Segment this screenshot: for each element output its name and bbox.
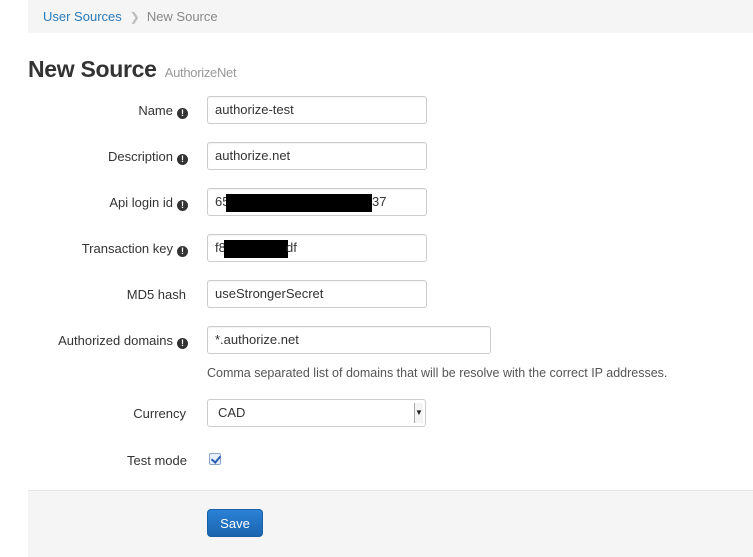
description-label-text: Description — [107, 149, 173, 164]
currency-selected-value: CAD — [218, 405, 246, 420]
test-mode-label: Test mode — [127, 453, 187, 468]
name-row: Name! authorize-test — [0, 96, 753, 126]
authorized-domains-row: Authorized domains! *.authorize.net — [0, 326, 753, 356]
redaction-bar — [226, 194, 372, 212]
md5-hash-row: MD5 hash useStrongerSecret — [0, 280, 753, 310]
form-actions: Save — [28, 490, 753, 557]
transaction-key-label-text: Transaction key — [81, 241, 173, 256]
currency-select[interactable]: CAD ▼ — [207, 399, 426, 427]
info-circle-icon[interactable]: ! — [177, 246, 188, 257]
api-login-id-label-text: Api login id — [109, 195, 173, 210]
info-circle-icon[interactable]: ! — [177, 338, 188, 349]
api-login-id-input[interactable]: 65 37 — [207, 188, 427, 216]
test-mode-row: Test mode — [0, 447, 753, 477]
md5-hash-input[interactable]: useStrongerSecret — [207, 280, 427, 308]
name-input[interactable]: authorize-test — [207, 96, 427, 124]
api-login-id-row: Api login id! 65 37 — [0, 188, 753, 218]
test-mode-checkbox[interactable] — [209, 453, 221, 465]
transaction-key-label: Transaction key! — [82, 241, 188, 257]
authorized-domains-label: Authorized domains! — [58, 333, 188, 349]
chevron-right-icon: ❯ — [129, 10, 140, 24]
transaction-key-row: Transaction key! f8 df — [0, 234, 753, 264]
caret-down-icon: ▼ — [414, 403, 423, 423]
name-label-text: Name — [138, 103, 173, 118]
description-label: Description! — [108, 149, 188, 165]
authorized-domains-input[interactable]: *.authorize.net — [207, 326, 491, 354]
info-circle-icon[interactable]: ! — [177, 154, 188, 165]
breadcrumb-current: New Source — [146, 9, 218, 24]
redaction-bar — [224, 240, 288, 258]
currency-label: Currency — [133, 406, 186, 421]
transaction-key-input[interactable]: f8 df — [207, 234, 427, 262]
page-subtitle: AuthorizeNet — [164, 65, 237, 80]
api-login-id-label: Api login id! — [109, 195, 188, 211]
breadcrumb-user-sources-link[interactable]: User Sources — [43, 9, 122, 24]
page-title-text: New Source — [28, 56, 157, 82]
breadcrumb: User Sources ❯ New Source — [28, 0, 753, 33]
api-login-id-suffix: 37 — [372, 194, 387, 209]
page-title: New Source AuthorizeNet — [28, 56, 237, 83]
transaction-key-suffix: df — [286, 240, 297, 255]
name-label: Name! — [138, 103, 188, 119]
authorized-domains-help: Comma separated list of domains that wil… — [207, 366, 668, 380]
currency-row: Currency CAD ▼ — [0, 399, 753, 429]
info-circle-icon[interactable]: ! — [177, 108, 188, 119]
save-button[interactable]: Save — [207, 509, 263, 537]
description-input[interactable]: authorize.net — [207, 142, 427, 170]
info-circle-icon[interactable]: ! — [177, 200, 188, 211]
md5-hash-label: MD5 hash — [126, 287, 186, 302]
description-row: Description! authorize.net — [0, 142, 753, 172]
authorized-domains-label-text: Authorized domains — [58, 333, 173, 348]
